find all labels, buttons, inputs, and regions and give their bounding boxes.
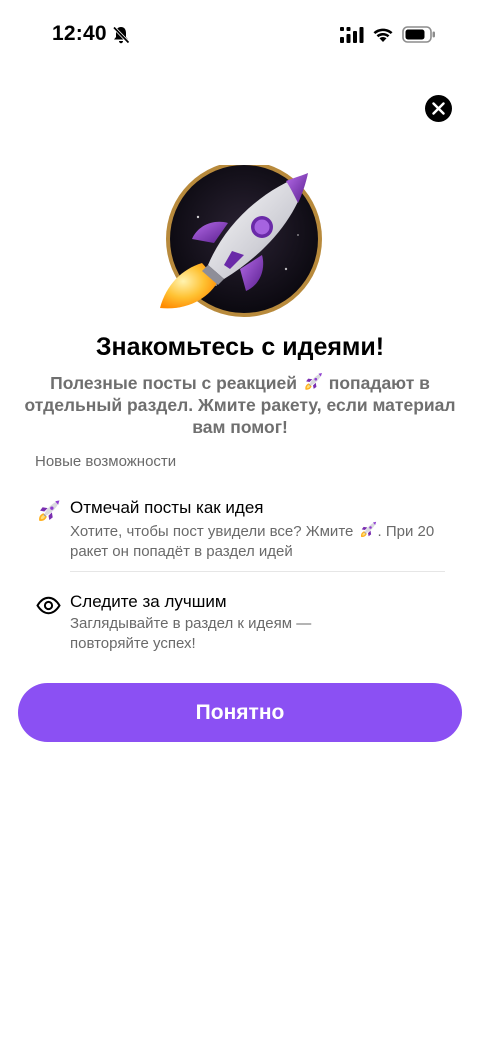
onboarding-screen: 12:40 Знакомьтесь с идеями! Полезные пос… [0, 0, 480, 1043]
feature-title: Следите за лучшим [70, 592, 227, 611]
status-icons [340, 26, 436, 43]
bell-off-icon [112, 26, 130, 44]
rocket-icon [358, 520, 378, 540]
page-subtitle: Полезные посты с реакцией попадают в отд… [20, 371, 460, 438]
feature-item-best: Следите за лучшим Заглядывайте в раздел … [35, 591, 445, 654]
section-label: Новые возможности [35, 453, 177, 470]
signal-icon [340, 26, 364, 43]
feature-description: Хотите, чтобы пост увидели все? Жмите . … [70, 520, 445, 562]
got-it-button[interactable]: Понятно [18, 683, 462, 742]
page-title: Знакомьтесь с идеями! [95, 333, 385, 361]
divider [70, 571, 445, 572]
rocket-badge [160, 165, 322, 317]
rocket-icon [35, 498, 62, 525]
close-icon [432, 102, 445, 115]
rocket-icon [302, 371, 324, 393]
feature-description: Заглядывайте в раздел к идеям — повторяй… [70, 615, 312, 652]
status-time: 12:40 [52, 22, 107, 45]
feature-desc-text-1: Хотите, чтобы пост увидели все? Жмите [70, 523, 354, 540]
feature-title: Отмечай посты как идея [70, 498, 264, 517]
feature-item-ideas: Отмечай посты как идея Хотите, чтобы пос… [35, 497, 445, 562]
battery-icon [402, 26, 435, 43]
status-bar: 12:40 [0, 0, 480, 70]
subtitle-text-1: Полезные посты с реакцией [50, 373, 298, 393]
wifi-icon [373, 28, 393, 42]
eye-icon [36, 596, 61, 615]
close-button[interactable] [425, 95, 452, 122]
